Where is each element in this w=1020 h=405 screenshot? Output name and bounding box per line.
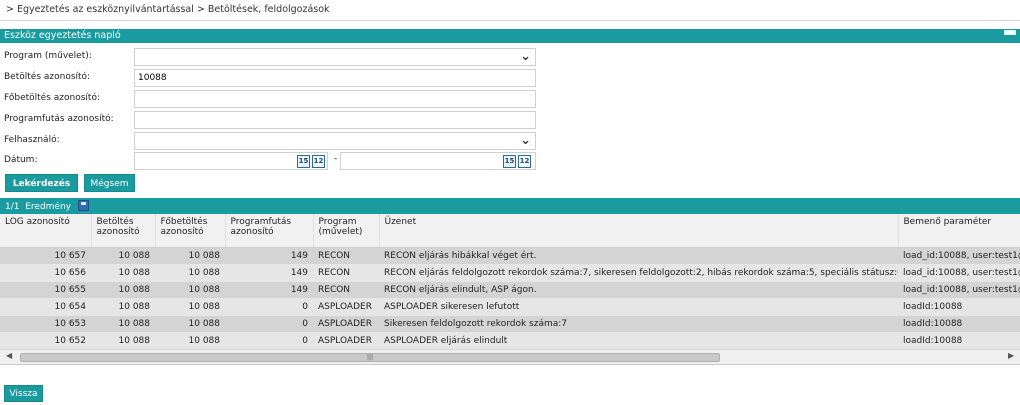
panel-header: Eszköz egyeztetés napló [0,29,1020,43]
cell-program: ASPLOADER [313,332,379,350]
cell-run-id: 149 [225,281,313,299]
cell-program: RECON [313,247,379,265]
col-program[interactable]: Program (művelet) [313,214,380,248]
cell-log-id: 10 656 [0,264,91,282]
results-header: 1/1 Eredmény [0,198,1020,214]
cell-run-id: 0 [225,298,313,316]
program-row: Program (művelet): ⌄ [0,48,540,66]
cell-input-param: loadId:10088 [898,315,1020,333]
cell-log-id: 10 654 [0,298,91,316]
cell-load-id: 10 088 [91,247,155,265]
cell-main-load-id: 10 088 [155,315,225,333]
table-row[interactable]: 10 657 10 088 10 088 149 RECON RECON elj… [0,247,1020,265]
cell-load-id: 10 088 [91,298,155,316]
scroll-right-icon[interactable]: ▶ [1008,351,1014,360]
cell-load-id: 10 088 [91,264,155,282]
chevron-down-icon[interactable]: ⌄ [520,49,531,64]
cell-message: RECON eljárás elindult, ASP ágon. [379,281,898,299]
cell-load-id: 10 088 [91,315,155,333]
user-label: Felhasználó: [4,135,60,145]
main-load-id-input[interactable] [134,90,536,108]
chevron-down-icon[interactable]: ⌄ [520,133,531,148]
cell-main-load-id: 10 088 [155,332,225,350]
cell-input-param: loadId:10088 [898,332,1020,350]
back-button[interactable]: Vissza [4,385,43,402]
table-row[interactable]: 10 656 10 088 10 088 149 RECON RECON elj… [0,264,1020,282]
cell-load-id: 10 088 [91,281,155,299]
calendar-icon[interactable]: 12 [518,155,531,168]
results-table-container: LOG azonosító Betöltés azonosító Főbetöl… [0,214,1020,365]
load-id-label: Betöltés azonosító: [4,72,91,82]
cell-log-id: 10 652 [0,332,91,350]
date-label: Dátum: [4,155,38,165]
run-id-row: Programfutás azonosító: [0,111,540,129]
cell-log-id: 10 653 [0,315,91,333]
cell-message: RECON eljárás hibákkal véget ért. [379,247,898,265]
cell-run-id: 0 [225,315,313,333]
program-select[interactable]: ⌄ [134,48,536,66]
breadcrumb: > Egyeztetés az eszköznyilvántartással >… [0,0,1020,21]
col-input-param[interactable]: Bemenő paraméter [898,214,1020,248]
scroll-left-icon[interactable]: ◀ [6,351,12,360]
collapse-button[interactable] [1004,30,1016,35]
col-message[interactable]: Üzenet [379,214,899,248]
date-to-input[interactable]: 15 12 [340,152,536,170]
table-row[interactable]: 10 652 10 088 10 088 0 ASPLOADER ASPLOAD… [0,332,1020,350]
col-run-id[interactable]: Programfutás azonosító [225,214,314,248]
main-load-id-row: Főbetöltés azonosító: [0,90,540,108]
results-title: Eredmény [25,202,71,212]
cell-main-load-id: 10 088 [155,247,225,265]
user-select[interactable]: ⌄ [134,132,536,150]
col-main-load-id[interactable]: Főbetöltés azonosító [155,214,226,248]
date-separator: - [334,154,338,164]
cell-run-id: 149 [225,264,313,282]
panel-title: Eszköz egyeztetés napló [4,30,121,41]
table-row[interactable]: 10 654 10 088 10 088 0 ASPLOADER ASPLOAD… [0,298,1020,316]
calendar-icon[interactable]: 15 [297,155,310,168]
cell-main-load-id: 10 088 [155,264,225,282]
load-id-input[interactable]: 10088 [134,69,536,87]
cell-message: Sikeresen feldolgozott rekordok száma:7 [379,315,898,333]
cell-run-id: 149 [225,247,313,265]
table-row[interactable]: 10 655 10 088 10 088 149 RECON RECON elj… [0,281,1020,299]
date-from-input[interactable]: 15 12 [134,152,328,170]
run-id-label: Programfutás azonosító: [4,114,114,124]
load-id-row: Betöltés azonosító: 10088 [0,69,540,87]
run-id-input[interactable] [134,111,536,129]
table-header-row: LOG azonosító Betöltés azonosító Főbetöl… [0,214,1020,248]
table-row[interactable]: 10 653 10 088 10 088 0 ASPLOADER Sikeres… [0,315,1020,333]
date-row: Dátum: 15 12 - 15 12 [0,152,540,170]
cell-message: RECON eljárás feldolgozott rekordok szám… [379,264,898,282]
cell-program: ASPLOADER [313,298,379,316]
cell-log-id: 10 655 [0,281,91,299]
cell-input-param: load_id:10088, user:test1@ [898,264,1020,282]
calendar-icon[interactable]: 15 [503,155,516,168]
cell-program: ASPLOADER [313,315,379,333]
query-button[interactable]: Lekérdezés [5,174,78,192]
results-page: 1/1 [5,202,20,212]
cell-program: RECON [313,264,379,282]
cell-load-id: 10 088 [91,332,155,350]
horizontal-scrollbar[interactable]: ◀ ||| ▶ [0,349,1020,364]
results-table: LOG azonosító Betöltés azonosító Főbetöl… [0,214,1020,350]
cell-message: ASPLOADER eljárás elindult [379,332,898,350]
cell-log-id: 10 657 [0,247,91,265]
cell-main-load-id: 10 088 [155,298,225,316]
cell-message: ASPLOADER sikeresen lefutott [379,298,898,316]
user-row: Felhasználó: ⌄ [0,132,540,150]
scroll-thumb[interactable]: ||| [20,353,720,362]
main-load-id-label: Főbetöltés azonosító: [4,93,100,103]
cell-input-param: load_id:10088, user:test1@ [898,247,1020,265]
col-log-id[interactable]: LOG azonosító [0,214,92,248]
save-icon[interactable] [77,200,89,211]
cell-input-param: loadId:10088 [898,298,1020,316]
cell-run-id: 0 [225,332,313,350]
program-label: Program (művelet): [4,51,92,61]
cell-program: RECON [313,281,379,299]
cell-main-load-id: 10 088 [155,281,225,299]
cell-input-param: load_id:10088, user:test1@ [898,281,1020,299]
calendar-icon[interactable]: 12 [312,155,325,168]
col-load-id[interactable]: Betöltés azonosító [91,214,156,248]
cancel-button[interactable]: Mégsem [84,174,135,192]
